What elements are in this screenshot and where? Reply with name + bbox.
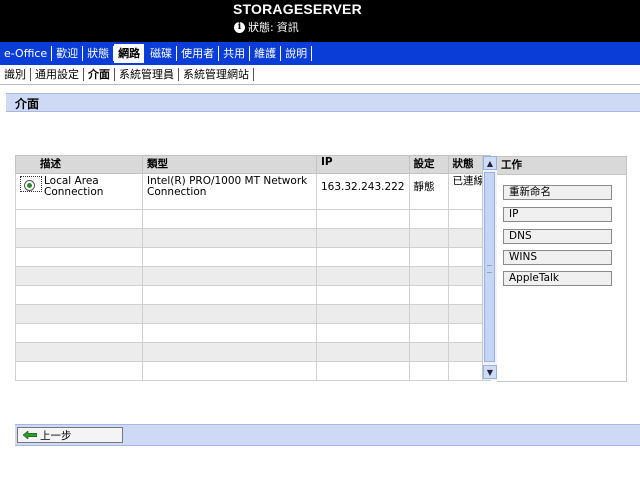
column-header-description[interactable]: 描述	[15, 155, 143, 174]
status-label: 狀態:	[248, 21, 274, 34]
back-button[interactable]: 上一步	[17, 427, 123, 443]
table-row-empty	[15, 304, 491, 324]
nav-item-maintenance[interactable]: 維護	[250, 46, 282, 61]
column-header-ip[interactable]: IP	[316, 155, 410, 174]
column-header-setting[interactable]: 設定	[408, 155, 449, 174]
back-arrow-icon	[23, 431, 37, 439]
info-icon: i	[234, 21, 245, 33]
sub-nav: 識別 通用設定 介面 系統管理員 系統管理網站	[0, 65, 640, 85]
subnav-item-identification[interactable]: 識別	[0, 68, 31, 81]
table-scrollbar[interactable]: ▲ ▼	[482, 156, 497, 380]
page-title: 介面	[15, 97, 40, 111]
nav-item-welcome[interactable]: 歡迎	[52, 46, 84, 61]
footer-bar: 上一步	[15, 424, 640, 446]
setting-cell: 靜態	[408, 173, 449, 210]
nav-item-help[interactable]: 說明	[281, 46, 313, 61]
status-line: i 狀態: 資訊	[234, 19, 299, 35]
subnav-item-interfaces[interactable]: 介面	[84, 68, 115, 81]
table-row-empty	[15, 228, 491, 248]
chevron-down-icon: ▼	[486, 367, 494, 377]
back-label: 上一步	[40, 429, 72, 442]
page-title-bar: 介面	[6, 93, 640, 112]
nav-item-status[interactable]: 狀態	[83, 46, 115, 61]
wins-button[interactable]: WINS	[503, 250, 612, 265]
grip-icon	[487, 265, 492, 273]
tasks-panel: 工作 重新命名 IP DNS WINS AppleTalk	[497, 156, 627, 382]
description-cell[interactable]: Local Area Connection	[15, 173, 143, 210]
table-row-empty	[15, 361, 491, 381]
table-row[interactable]: Local Area Connection Intel(R) PRO/1000 …	[15, 173, 491, 210]
table-row-empty	[15, 323, 491, 343]
radio-selected-icon	[24, 180, 35, 191]
server-name: STORAGESERVER	[233, 1, 362, 17]
row-select-radio[interactable]	[20, 176, 42, 192]
subnav-item-global-settings[interactable]: 通用設定	[31, 68, 84, 81]
chevron-up-icon: ▲	[486, 158, 494, 168]
table-row-empty	[15, 342, 491, 362]
main-nav: e-Office 歡迎 狀態 網路 磁碟 使用者 共用 維護 說明	[0, 42, 640, 65]
nav-item-disks[interactable]: 磁碟	[146, 46, 178, 61]
status-value: 資訊	[276, 21, 299, 34]
table-row-empty	[15, 266, 491, 286]
appletalk-button[interactable]: AppleTalk	[503, 271, 612, 286]
tasks-title: 工作	[497, 157, 626, 175]
table-header-row: 描述 類型 IP 設定 狀態	[15, 155, 491, 174]
subnav-item-administrators[interactable]: 系統管理員	[115, 68, 179, 81]
rename-button[interactable]: 重新命名	[503, 185, 612, 200]
nav-item-eoffice[interactable]: e-Office	[0, 46, 53, 61]
top-banner: STORAGESERVER i 狀態: 資訊	[0, 0, 640, 42]
interfaces-table: 描述 類型 IP 設定 狀態 Local Area Connection Int…	[15, 155, 491, 381]
ip-cell: 163.32.243.222	[316, 173, 410, 210]
scroll-up-button[interactable]: ▲	[483, 156, 497, 170]
column-header-type[interactable]: 類型	[142, 155, 317, 174]
subnav-item-admin-web-site[interactable]: 系統管理網站	[179, 68, 254, 81]
table-row-empty	[15, 247, 491, 267]
scroll-down-button[interactable]: ▼	[483, 365, 497, 379]
ip-button[interactable]: IP	[503, 207, 612, 222]
scroll-thumb[interactable]	[484, 172, 495, 362]
type-cell: Intel(R) PRO/1000 MT Network Connection	[142, 173, 317, 210]
nav-item-shares[interactable]: 共用	[219, 46, 251, 61]
nav-item-users[interactable]: 使用者	[177, 46, 220, 61]
table-row-empty	[15, 285, 491, 305]
description-value: Local Area Connection	[44, 175, 104, 198]
dns-button[interactable]: DNS	[503, 229, 612, 244]
nav-item-network[interactable]: 網路	[114, 44, 145, 63]
table-row-empty	[15, 209, 491, 229]
